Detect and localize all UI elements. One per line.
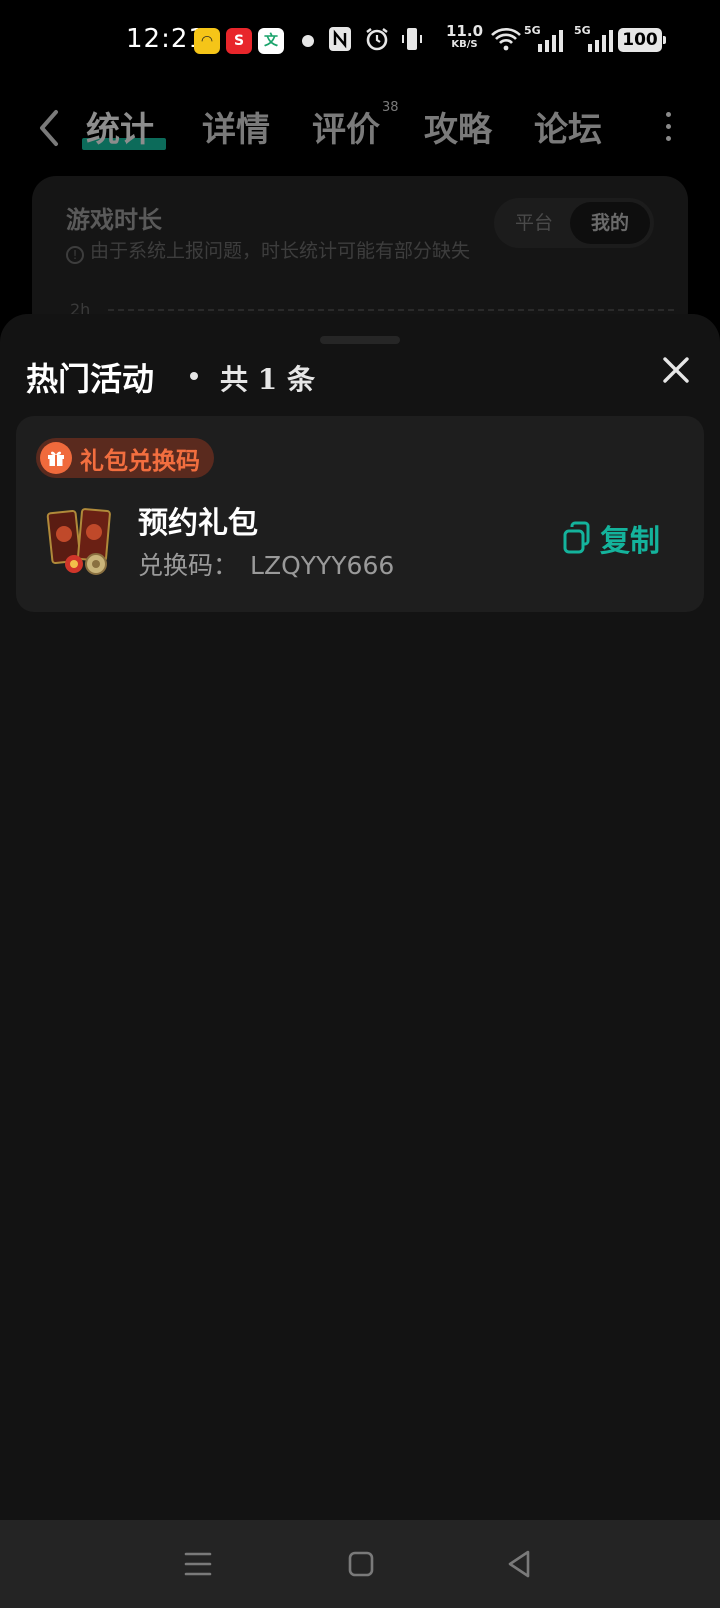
notification-dot-icon bbox=[302, 35, 314, 47]
play-time-card: 游戏时长 ! 由于系统上报问题，时长统计可能有部分缺失 平台 我的 2h bbox=[32, 176, 688, 336]
wen-app-icon: 文 bbox=[258, 28, 284, 54]
net-speed: 11.0 KB/S bbox=[446, 22, 484, 51]
sheet-drag-handle[interactable] bbox=[320, 336, 400, 344]
toggle-platform[interactable]: 平台 bbox=[494, 198, 574, 248]
home-icon[interactable] bbox=[342, 1546, 382, 1582]
tab-stats[interactable]: 统计 bbox=[86, 102, 154, 151]
nfc-icon bbox=[328, 26, 352, 58]
info-icon: ! bbox=[66, 246, 84, 264]
hot-activities-sheet: 热门活动 共 1 条 礼包兑换码 预约礼包 兑换码： LZQYYY666 复制 bbox=[0, 314, 720, 1520]
chart-gridline bbox=[108, 309, 674, 311]
gift-code-card: 礼包兑换码 预约礼包 兑换码： LZQYYY666 复制 bbox=[16, 416, 704, 612]
platform-toggle: 平台 我的 bbox=[494, 198, 654, 248]
tab-reviews[interactable]: 评价 bbox=[312, 102, 380, 151]
gift-package-image bbox=[46, 506, 118, 578]
menu-icon[interactable] bbox=[178, 1546, 218, 1582]
play-time-title: 游戏时长 bbox=[66, 206, 162, 234]
gift-code-label: 兑换码： bbox=[138, 551, 239, 580]
red-s-app-icon: S bbox=[226, 28, 252, 54]
gift-name: 预约礼包 bbox=[138, 506, 258, 541]
copy-label: 复制 bbox=[600, 524, 660, 559]
gift-code: 兑换码： LZQYYY666 bbox=[138, 546, 394, 582]
reviews-count-badge: 38 bbox=[382, 100, 399, 115]
gift-code-badge-label: 礼包兑换码 bbox=[80, 445, 200, 475]
alarm-icon bbox=[364, 26, 390, 58]
sim2-signal-icon bbox=[588, 30, 613, 52]
copy-icon bbox=[562, 521, 592, 555]
sim1-signal-icon bbox=[538, 30, 563, 52]
toggle-mine[interactable]: 我的 bbox=[570, 202, 650, 244]
tab-guides[interactable]: 攻略 bbox=[424, 102, 492, 151]
gift-code-value: LZQYYY666 bbox=[250, 551, 395, 580]
back-icon[interactable] bbox=[502, 1546, 542, 1582]
sheet-title: 热门活动 bbox=[26, 360, 155, 398]
title-separator-dot bbox=[190, 372, 198, 380]
yellow-app-icon: ◠ bbox=[194, 28, 220, 54]
tab-details[interactable]: 详情 bbox=[202, 102, 270, 151]
gift-code-badge: 礼包兑换码 bbox=[36, 438, 214, 478]
sheet-count: 共 1 条 bbox=[220, 363, 315, 396]
more-options-icon[interactable] bbox=[664, 112, 672, 142]
play-time-note: ! 由于系统上报问题，时长统计可能有部分缺失 bbox=[66, 236, 470, 264]
battery-indicator: 100 bbox=[618, 28, 666, 52]
gift-icon bbox=[40, 442, 72, 474]
vibrate-icon bbox=[400, 26, 424, 58]
copy-button[interactable]: 复制 bbox=[562, 516, 660, 560]
tab-bar: 统计 详情 评价 攻略 论坛 bbox=[0, 102, 720, 162]
status-bar: 12:21 ◠ S 文 11.0 KB/S 5G 5G 100 bbox=[0, 0, 720, 84]
tab-forum[interactable]: 论坛 bbox=[534, 102, 602, 151]
close-icon[interactable] bbox=[660, 354, 692, 386]
system-nav-bar bbox=[0, 1520, 720, 1608]
wifi-icon bbox=[490, 26, 522, 58]
